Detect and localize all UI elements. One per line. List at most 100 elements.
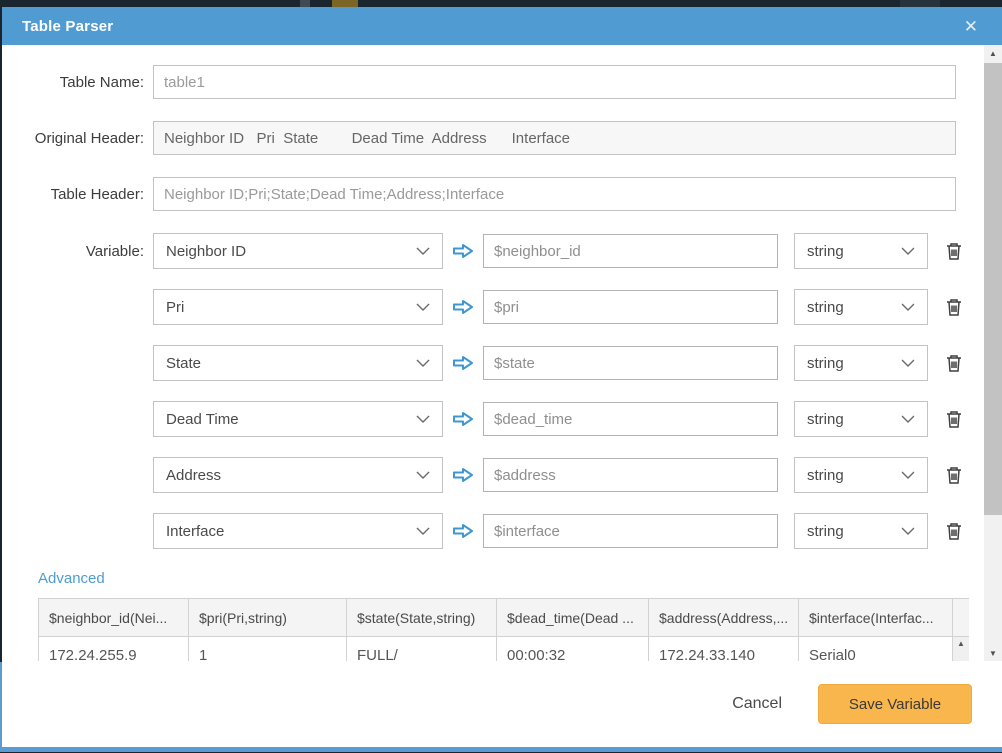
column-select-value: Interface (166, 523, 224, 540)
table-cell: FULL/ (347, 637, 497, 662)
column-select-value: Pri (166, 299, 184, 316)
type-select-value: string (807, 299, 844, 316)
cancel-button[interactable]: Cancel (726, 694, 788, 714)
type-select-value: string (807, 411, 844, 428)
variable-name-input[interactable] (483, 514, 778, 548)
table-header-row: $neighbor_id(Nei... $pri(Pri,string) $st… (39, 599, 970, 637)
column-select[interactable]: Neighbor ID (153, 233, 443, 269)
background-page-fragment (332, 0, 358, 7)
table-row[interactable]: 172.24.255.9 1 FULL/ 00:00:32 172.24.33.… (39, 637, 970, 662)
column-select[interactable]: Address (153, 457, 443, 493)
column-header: $neighbor_id(Nei... (39, 599, 189, 637)
page-edge (0, 747, 1002, 752)
type-select[interactable]: string (794, 289, 928, 325)
original-header-label: Original Header: (16, 130, 153, 147)
advanced-table-wrapper: $neighbor_id(Nei... $pri(Pri,string) $st… (38, 598, 969, 661)
trash-icon (946, 242, 962, 261)
table-name-input[interactable] (153, 65, 956, 99)
scroll-up-icon[interactable]: ▲ (953, 637, 969, 651)
chevron-down-icon (901, 527, 915, 535)
chevron-down-icon (416, 359, 430, 367)
variable-row: State string (16, 345, 1002, 381)
chevron-down-icon (901, 247, 915, 255)
type-select-value: string (807, 243, 844, 260)
screen: Table Parser ✕ Table Name: Original Head… (0, 0, 1002, 753)
variable-row: Dead Time string (16, 401, 1002, 437)
delete-variable-button[interactable] (942, 350, 966, 376)
delete-variable-button[interactable] (942, 238, 966, 264)
column-select[interactable]: Dead Time (153, 401, 443, 437)
type-select-value: string (807, 523, 844, 540)
save-variable-button[interactable]: Save Variable (818, 684, 972, 724)
table-header-label: Table Header: (16, 186, 153, 203)
chevron-down-icon (901, 303, 915, 311)
column-header: $state(State,string) (347, 599, 497, 637)
chevron-down-icon (901, 415, 915, 423)
advanced-preview-table: $neighbor_id(Nei... $pri(Pri,string) $st… (38, 598, 969, 661)
dialog-body: Table Name: Original Header: Table Heade… (2, 45, 1002, 661)
variable-row: Variable: Neighbor ID string (16, 233, 1002, 269)
variable-name-input[interactable] (483, 290, 778, 324)
map-arrow-icon (443, 467, 483, 483)
advanced-link[interactable]: Advanced (38, 570, 105, 587)
chevron-down-icon (416, 247, 430, 255)
variable-name-input[interactable] (483, 402, 778, 436)
column-select[interactable]: Pri (153, 289, 443, 325)
chevron-down-icon (901, 359, 915, 367)
delete-variable-button[interactable] (942, 294, 966, 320)
trash-icon (946, 522, 962, 541)
chevron-down-icon (901, 471, 915, 479)
variable-row: Interface string (16, 513, 1002, 549)
delete-variable-button[interactable] (942, 406, 966, 432)
column-header: $pri(Pri,string) (189, 599, 347, 637)
table-cell: 172.24.255.9 (39, 637, 189, 662)
table-cell: 1 (189, 637, 347, 662)
column-header: $address(Address,... (649, 599, 799, 637)
original-header-row: Original Header: (16, 121, 1002, 155)
map-arrow-icon (443, 299, 483, 315)
close-icon[interactable]: ✕ (960, 16, 982, 37)
chevron-down-icon (416, 303, 430, 311)
table-scrollbar[interactable]: ▲ (953, 637, 970, 662)
trash-icon (946, 410, 962, 429)
delete-variable-button[interactable] (942, 518, 966, 544)
map-arrow-icon (443, 355, 483, 371)
table-name-label: Table Name: (16, 74, 153, 91)
variable-name-input[interactable] (483, 458, 778, 492)
column-select-value: Neighbor ID (166, 243, 246, 260)
trash-icon (946, 466, 962, 485)
dialog-scrollbar[interactable]: ▲ ▼ (984, 45, 1002, 661)
column-select-value: Address (166, 467, 221, 484)
variable-name-input[interactable] (483, 346, 778, 380)
table-name-row: Table Name: (16, 65, 1002, 99)
column-select-value: State (166, 355, 201, 372)
table-scroll-spacer (953, 599, 970, 637)
type-select[interactable]: string (794, 513, 928, 549)
type-select[interactable]: string (794, 457, 928, 493)
chevron-down-icon (416, 415, 430, 423)
scrollbar-thumb[interactable] (984, 63, 1002, 515)
type-select[interactable]: string (794, 345, 928, 381)
column-select[interactable]: State (153, 345, 443, 381)
table-header-input[interactable] (153, 177, 956, 211)
variable-name-input[interactable] (483, 234, 778, 268)
type-select-value: string (807, 467, 844, 484)
chevron-down-icon (416, 527, 430, 535)
dialog-header: Table Parser ✕ (2, 7, 1002, 45)
type-select[interactable]: string (794, 233, 928, 269)
scroll-up-icon[interactable]: ▲ (984, 45, 1002, 61)
trash-icon (946, 298, 962, 317)
type-select[interactable]: string (794, 401, 928, 437)
table-cell: 172.24.33.140 (649, 637, 799, 662)
column-select-value: Dead Time (166, 411, 239, 428)
variable-row: Address string (16, 457, 1002, 493)
trash-icon (946, 354, 962, 373)
chevron-down-icon (416, 471, 430, 479)
map-arrow-icon (443, 243, 483, 259)
type-select-value: string (807, 355, 844, 372)
delete-variable-button[interactable] (942, 462, 966, 488)
map-arrow-icon (443, 411, 483, 427)
scroll-down-icon[interactable]: ▼ (984, 645, 1002, 661)
table-header-row: Table Header: (16, 177, 1002, 211)
column-select[interactable]: Interface (153, 513, 443, 549)
